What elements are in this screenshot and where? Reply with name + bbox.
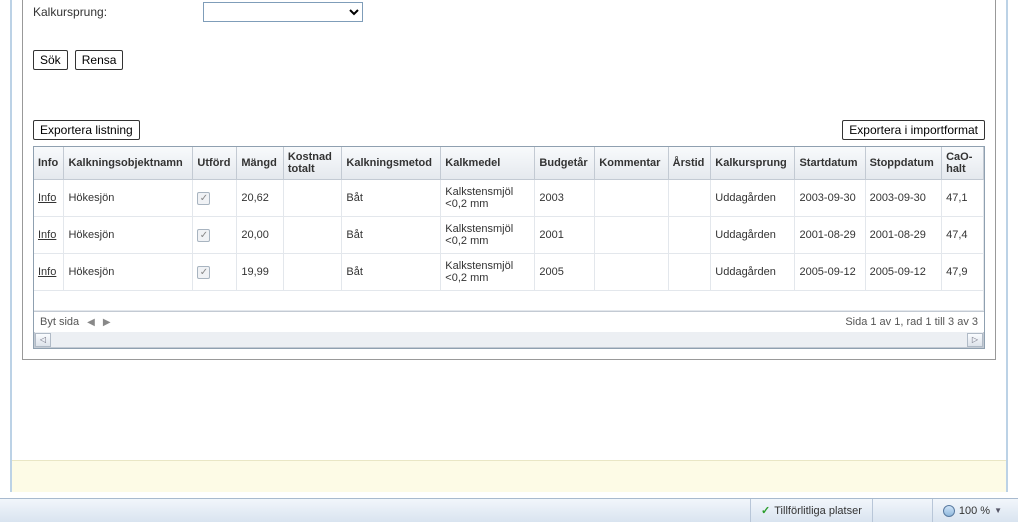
cell-ursprung: Uddagården: [711, 180, 795, 217]
cell-namn: Hökesjön: [64, 217, 193, 254]
scroll-right-icon[interactable]: ▷: [967, 333, 983, 347]
cell-ursprung: Uddagården: [711, 254, 795, 291]
footer-band: [12, 460, 1006, 492]
table-row: Info Hökesjön ✓ 20,00 BåtKalkstensmjöl <0,2 …: [34, 217, 984, 254]
cell-metod: Båt: [342, 180, 441, 217]
clear-button[interactable]: Rensa: [75, 50, 124, 70]
cell-namn: Hökesjön: [64, 180, 193, 217]
cell-arstid: [668, 180, 711, 217]
pager-prev-icon[interactable]: ◀: [87, 317, 95, 328]
pager-label: Byt sida: [40, 316, 79, 328]
pager-status: Sida 1 av 1, rad 1 till 3 av 3: [845, 316, 978, 328]
cell-stopp: 2001-08-29: [865, 217, 942, 254]
cell-medel: Kalkstensmjöl <0,2 mm: [441, 180, 535, 217]
cell-mangd: 20,62: [237, 180, 283, 217]
col-mangd[interactable]: Mängd: [237, 147, 283, 180]
cell-medel: Kalkstensmjöl <0,2 mm: [441, 254, 535, 291]
info-link[interactable]: Info: [38, 192, 56, 204]
cell-kommentar: [595, 180, 668, 217]
table-row: Info Hökesjön ✓ 20,62 BåtKalkstensmjöl <0,2 …: [34, 180, 984, 217]
checkbox-checked-icon: ✓: [197, 266, 210, 279]
kalkursprung-select[interactable]: [203, 2, 363, 22]
scroll-left-icon[interactable]: ◁: [35, 333, 51, 347]
filter-label: Kalkursprung:: [33, 5, 203, 19]
cell-utford: ✓: [193, 254, 237, 291]
result-table: Info Kalkningsobjektnamn Utförd Mängd Ko…: [33, 146, 985, 349]
cell-start: 2005-09-12: [795, 254, 865, 291]
chevron-down-icon: ▼: [994, 506, 1002, 515]
col-kalkningsobjektnamn[interactable]: Kalkningsobjektnamn: [64, 147, 193, 180]
cell-utford: ✓: [193, 180, 237, 217]
cell-utford: ✓: [193, 217, 237, 254]
browser-status-bar: ✓ Tillförlitliga platser 100 % ▼: [0, 498, 1018, 522]
cell-medel: Kalkstensmjöl <0,2 mm: [441, 217, 535, 254]
export-listing-button[interactable]: Exportera listning: [33, 120, 140, 140]
cell-arstid: [668, 254, 711, 291]
zoom-control[interactable]: 100 % ▼: [932, 499, 1012, 522]
info-link[interactable]: Info: [38, 229, 56, 241]
cell-stopp: 2003-09-30: [865, 180, 942, 217]
search-button[interactable]: Sök: [33, 50, 68, 70]
col-arstid[interactable]: Årstid: [668, 147, 711, 180]
col-budgetar[interactable]: Budgetår: [535, 147, 595, 180]
cell-kommentar: [595, 254, 668, 291]
col-kostnad-totalt[interactable]: Kostnad totalt: [283, 147, 342, 180]
table-empty-row: [34, 291, 984, 311]
cell-arstid: [668, 217, 711, 254]
cell-cao: 47,9: [942, 254, 984, 291]
zoom-label: 100 %: [959, 505, 990, 517]
cell-budgetar: 2003: [535, 180, 595, 217]
globe-icon: [943, 505, 955, 517]
cell-mangd: 19,99: [237, 254, 283, 291]
cell-ursprung: Uddagården: [711, 217, 795, 254]
col-stoppdatum[interactable]: Stoppdatum: [865, 147, 942, 180]
info-link[interactable]: Info: [38, 266, 56, 278]
cell-cao: 47,1: [942, 180, 984, 217]
col-kommentar[interactable]: Kommentar: [595, 147, 668, 180]
cell-cao: 47,4: [942, 217, 984, 254]
col-kalkningsmetod[interactable]: Kalkningsmetod: [342, 147, 441, 180]
cell-start: 2003-09-30: [795, 180, 865, 217]
check-icon: ✓: [761, 504, 770, 517]
cell-mangd: 20,00: [237, 217, 283, 254]
cell-stopp: 2005-09-12: [865, 254, 942, 291]
col-startdatum[interactable]: Startdatum: [795, 147, 865, 180]
horizontal-scrollbar[interactable]: ◁ ▷: [34, 332, 984, 348]
cell-metod: Båt: [342, 254, 441, 291]
col-kalkursprung[interactable]: Kalkursprung: [711, 147, 795, 180]
checkbox-checked-icon: ✓: [197, 229, 210, 242]
col-kalkmedel[interactable]: Kalkmedel: [441, 147, 535, 180]
cell-kostnad: [283, 217, 342, 254]
cell-kostnad: [283, 254, 342, 291]
cell-kostnad: [283, 180, 342, 217]
table-row: Info Hökesjön ✓ 19,99 BåtKalkstensmjöl <0,2 …: [34, 254, 984, 291]
cell-kommentar: [595, 217, 668, 254]
checkbox-checked-icon: ✓: [197, 192, 210, 205]
cell-budgetar: 2005: [535, 254, 595, 291]
trusted-sites-indicator[interactable]: ✓ Tillförlitliga platser: [750, 499, 872, 522]
cell-budgetar: 2001: [535, 217, 595, 254]
pager-next-icon[interactable]: ▶: [103, 317, 111, 328]
cell-metod: Båt: [342, 217, 441, 254]
col-utford[interactable]: Utförd: [193, 147, 237, 180]
col-cao-halt[interactable]: CaO-halt: [942, 147, 984, 180]
export-importformat-button[interactable]: Exportera i importformat: [842, 120, 985, 140]
trusted-sites-label: Tillförlitliga platser: [774, 505, 862, 517]
cell-namn: Hökesjön: [64, 254, 193, 291]
col-info[interactable]: Info: [34, 147, 64, 180]
protected-mode-indicator[interactable]: [872, 499, 932, 522]
cell-start: 2001-08-29: [795, 217, 865, 254]
